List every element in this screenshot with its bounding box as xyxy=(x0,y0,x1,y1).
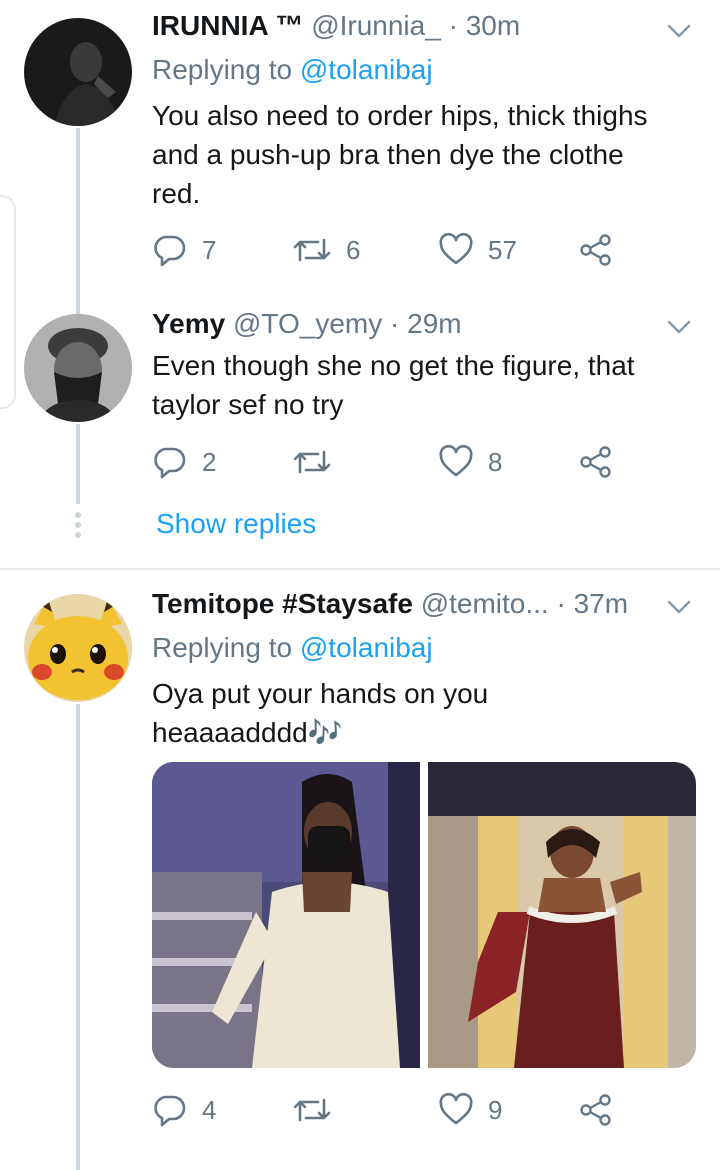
replying-to-link[interactable]: @tolanibaj xyxy=(300,54,433,85)
reply-count: 7 xyxy=(202,234,217,265)
retweet-button[interactable]: 6 xyxy=(292,230,360,270)
like-button[interactable]: 8 xyxy=(438,442,502,482)
like-button[interactable]: 9 xyxy=(438,1090,502,1130)
tweet-text-line: Even though she no get the figure, that xyxy=(152,350,635,381)
tweet-actions: 7 6 57 xyxy=(152,230,672,270)
reply-count: 2 xyxy=(202,446,217,477)
tweet-media-grid xyxy=(152,762,696,1068)
replying-to: Replying to @tolanibaj xyxy=(152,632,433,664)
avatar-temitope[interactable] xyxy=(24,594,132,702)
replying-to-label: Replying to xyxy=(152,54,293,85)
user-handle[interactable]: @temito... xyxy=(421,588,549,619)
chevron-down-icon[interactable] xyxy=(664,312,694,342)
chevron-down-icon[interactable] xyxy=(664,592,694,622)
media-photo-right[interactable] xyxy=(428,762,696,1068)
tweet-text-line: taylor sef no try xyxy=(152,389,344,420)
share-button[interactable] xyxy=(578,230,614,270)
like-count: 8 xyxy=(488,446,503,477)
thread-continuation-dots xyxy=(74,512,82,542)
display-name[interactable]: Yemy xyxy=(152,308,225,339)
retweet-count: 6 xyxy=(346,234,361,265)
thread-line xyxy=(76,704,80,1170)
replying-to-label: Replying to xyxy=(152,632,293,663)
like-count: 9 xyxy=(488,1094,503,1125)
reply-button[interactable]: 4 xyxy=(152,1090,216,1130)
like-button[interactable]: 57 xyxy=(438,230,517,270)
user-handle[interactable]: @TO_yemy xyxy=(233,308,382,339)
tweet-text-line: heaaaadddd🎶 xyxy=(152,717,343,748)
tweet-text-line: red. xyxy=(152,178,201,209)
retweet-icon xyxy=(293,238,331,262)
thread-line xyxy=(76,128,80,290)
timestamp[interactable]: 37m xyxy=(574,588,628,619)
tweet-irunnia[interactable]: IRUNNIA ™ @Irunnia_ · 30m Replying to @t… xyxy=(0,0,720,290)
tweet-text: Oya put your hands on you heaaaadddd🎶 xyxy=(152,674,697,752)
share-button[interactable] xyxy=(578,1090,614,1130)
replying-to: Replying to @tolanibaj xyxy=(152,54,433,86)
like-count: 57 xyxy=(488,234,517,265)
separator-dot: · xyxy=(390,308,400,339)
reply-icon xyxy=(154,235,186,267)
retweet-button[interactable] xyxy=(292,1090,346,1130)
share-icon xyxy=(580,234,611,266)
retweet-icon xyxy=(293,1098,331,1122)
tweet-header: Temitope #Staysafe @temito... · 37m xyxy=(152,588,680,628)
tweet-text: Even though she no get the figure, that … xyxy=(152,346,697,424)
tweet-header: Yemy @TO_yemy · 29m xyxy=(152,308,680,348)
timestamp[interactable]: 30m xyxy=(466,10,520,41)
thread-line xyxy=(76,424,80,504)
reply-count: 4 xyxy=(202,1094,217,1125)
avatar-yemy[interactable] xyxy=(24,314,132,422)
retweet-button[interactable] xyxy=(292,442,346,482)
reply-button[interactable]: 7 xyxy=(152,230,216,270)
tweet-yemy[interactable]: Yemy @TO_yemy · 29m Even though she no g… xyxy=(0,290,720,568)
avatar-irunnia[interactable] xyxy=(24,18,132,126)
like-icon xyxy=(439,232,473,265)
share-icon xyxy=(580,1094,611,1126)
replying-to-link[interactable]: @tolanibaj xyxy=(300,632,433,663)
share-button[interactable] xyxy=(578,442,614,482)
chevron-down-icon[interactable] xyxy=(664,16,694,46)
display-name[interactable]: Temitope #Staysafe xyxy=(152,588,413,619)
like-icon xyxy=(439,1092,473,1125)
user-handle[interactable]: @Irunnia_ xyxy=(311,10,441,41)
display-name[interactable]: IRUNNIA ™ xyxy=(152,10,303,41)
timestamp[interactable]: 29m xyxy=(407,308,461,339)
tweet-actions: 4 9 xyxy=(152,1090,672,1130)
reply-button[interactable]: 2 xyxy=(152,442,216,482)
media-photo-left[interactable] xyxy=(152,762,420,1068)
retweet-icon xyxy=(293,450,331,474)
tweet-text-line: You also need to order hips, thick thigh… xyxy=(152,100,648,131)
thread-line xyxy=(76,290,80,314)
tweet-header: IRUNNIA ™ @Irunnia_ · 30m xyxy=(152,10,680,50)
show-replies-link[interactable]: Show replies xyxy=(156,508,316,540)
like-icon xyxy=(439,444,473,477)
separator-dot: · xyxy=(448,10,458,41)
tweet-text-line: and a push-up bra then dye the clothe xyxy=(152,139,624,170)
reply-icon xyxy=(154,447,186,479)
tweet-text: You also need to order hips, thick thigh… xyxy=(152,96,697,213)
tweet-text-line: Oya put your hands on you xyxy=(152,678,489,709)
separator-dot: · xyxy=(556,588,566,619)
share-icon xyxy=(580,446,611,478)
tweet-actions: 2 8 xyxy=(152,442,672,482)
reply-icon xyxy=(154,1095,186,1127)
